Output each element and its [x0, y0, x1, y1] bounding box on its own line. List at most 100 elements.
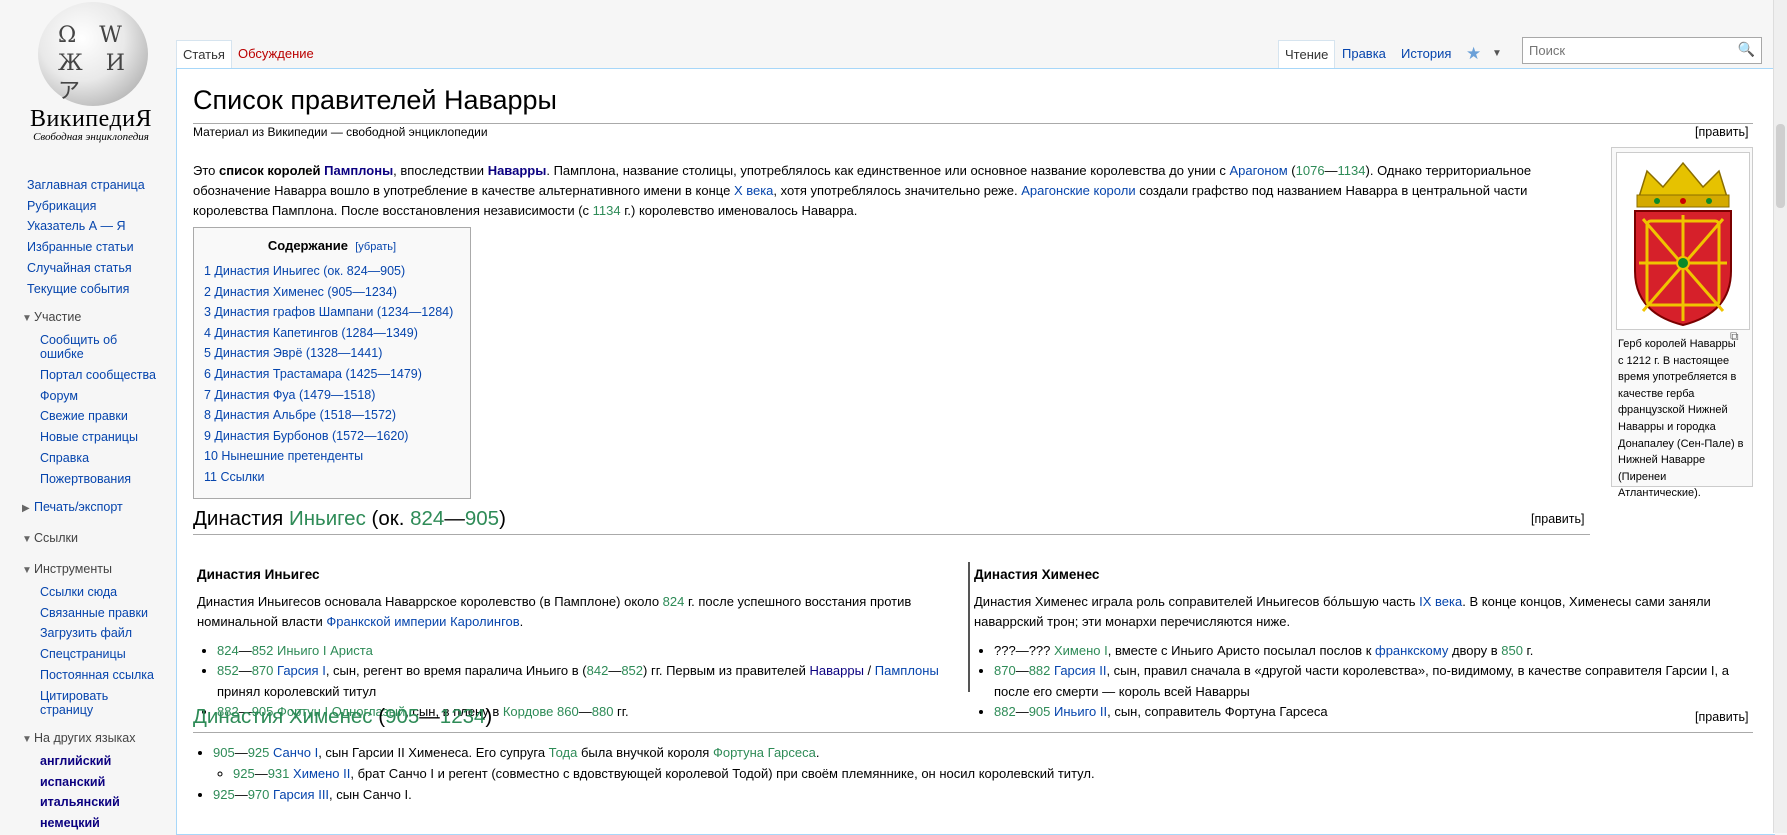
toc-item[interactable]: 6 Династия Трастамара (1425—1479) [204, 367, 422, 381]
lang-spanish[interactable]: испанский [40, 772, 120, 793]
link-navarre[interactable]: Наварры [810, 663, 864, 678]
link-year[interactable]: 882 [994, 704, 1016, 719]
upload-file-link[interactable]: Загрузить файл [40, 623, 160, 644]
link-year[interactable]: 905 [1029, 704, 1051, 719]
tab-history[interactable]: История [1395, 40, 1457, 68]
link-ruler[interactable]: Гарсия II [1050, 663, 1106, 678]
link-year-905[interactable]: 905 [465, 507, 499, 530]
donate-link[interactable]: Пожертвования [40, 469, 160, 490]
link-carolingians[interactable]: Каролингов [450, 614, 520, 629]
link-year[interactable]: 925 [248, 745, 270, 760]
what-links-here-link[interactable]: Ссылки сюда [40, 582, 160, 603]
link-year[interactable]: 852 [621, 663, 643, 678]
toc-item[interactable]: 8 Династия Альбре (1518—1572) [204, 408, 396, 422]
link-cordoba[interactable]: Кордове [503, 704, 554, 719]
watch-star-icon[interactable]: ★ [1460, 40, 1487, 68]
search-input[interactable] [1527, 40, 1731, 61]
tab-article[interactable]: Статья [176, 40, 232, 69]
link-ruler[interactable]: Иньиго II [1050, 704, 1107, 719]
tab-edit[interactable]: Правка [1336, 40, 1392, 68]
link-year[interactable]: 850 [1501, 643, 1523, 658]
link-year[interactable]: 860 [557, 704, 579, 719]
report-error-link[interactable]: Сообщить об ошибке [40, 333, 160, 361]
nav-main-page[interactable]: Заглавная страница [27, 175, 145, 196]
toc-item[interactable]: 11 Ссылки [204, 470, 264, 484]
link-year-1134[interactable]: 1134 [1338, 163, 1366, 178]
nav-featured[interactable]: Избранные статьи [27, 237, 145, 258]
links-header[interactable]: ▼ Ссылки [22, 531, 78, 545]
toc-hide-link[interactable]: [убрать] [355, 241, 396, 253]
link-jimenez-dynasty[interactable]: Династия Хименес [193, 705, 373, 728]
link-year-1076[interactable]: 1076 [1296, 163, 1325, 178]
edit-section-link[interactable]: [править] [1531, 512, 1584, 526]
link-year-1134b[interactable]: 1134 [593, 203, 621, 218]
link-year-905[interactable]: 905 [385, 705, 419, 728]
toc-item[interactable]: 3 Династия графов Шампани (1234—1284) [204, 305, 453, 319]
edit-page-link[interactable]: [править] [1695, 125, 1748, 139]
link-pamplona[interactable]: Памплоны [324, 163, 393, 178]
link-ruler[interactable]: Химено I [1054, 643, 1108, 658]
link-year[interactable]: 925 [233, 766, 255, 781]
link-aragonese-kings[interactable]: Арагонские короли [1021, 183, 1135, 198]
link-year[interactable]: 842 [587, 663, 609, 678]
link-ruler[interactable]: Химено II [289, 766, 350, 781]
page-scrollbar[interactable] [1773, 0, 1787, 833]
search-icon[interactable]: 🔍 [1738, 41, 1755, 58]
link-year-1234[interactable]: 1234 [440, 705, 486, 728]
recent-changes-link[interactable]: Свежие правки [40, 406, 160, 427]
more-dropdown-icon[interactable]: ▼ [1486, 40, 1508, 68]
link-x-century[interactable]: X века [734, 183, 773, 198]
help-link[interactable]: Справка [40, 448, 160, 469]
nav-categories[interactable]: Рубрикация [27, 196, 145, 217]
link-year[interactable]: 880 [592, 704, 614, 719]
link-pamplona[interactable]: Памплоны [875, 663, 939, 678]
lang-english[interactable]: английский [40, 751, 120, 772]
coat-of-arms-image[interactable] [1616, 152, 1750, 330]
cite-page-link[interactable]: Цитировать страницу [40, 689, 160, 717]
link-year[interactable]: 870 [252, 663, 274, 678]
toc-item[interactable]: 10 Нынешние претенденты [204, 449, 363, 463]
toc-item[interactable]: 7 Династия Фуа (1479—1518) [204, 388, 375, 402]
nav-current-events[interactable]: Текущие события [27, 279, 145, 300]
link-ruler[interactable]: Иньиго I Ариста [273, 643, 373, 658]
toc-item[interactable]: 1 Династия Иньигес (ок. 824—905) [204, 264, 405, 278]
print-export-header[interactable]: ▶ Печать/экспорт [22, 500, 123, 514]
special-pages-link[interactable]: Спецстраницы [40, 644, 160, 665]
link-frankish[interactable]: франкскому [1375, 643, 1448, 658]
link-year[interactable]: 824 [663, 594, 685, 609]
wikipedia-logo[interactable]: Ω WЖ Иア [38, 2, 148, 106]
enlarge-icon[interactable]: ⧉ [1730, 328, 1739, 345]
link-ix-century[interactable]: IX века [1419, 594, 1462, 609]
toc-item[interactable]: 5 Династия Эврё (1328—1441) [204, 346, 382, 360]
link-inigues[interactable]: Иньигес [289, 507, 366, 530]
link-aragon[interactable]: Арагоном [1230, 163, 1288, 178]
lang-italian[interactable]: итальянский [40, 792, 120, 813]
participation-header[interactable]: ▼ Участие [22, 310, 81, 324]
community-portal-link[interactable]: Портал сообщества [40, 365, 160, 386]
languages-header[interactable]: ▼ На других языках [22, 731, 136, 745]
tab-talk[interactable]: Обсуждение [232, 40, 320, 68]
link-year[interactable]: 824 [217, 643, 239, 658]
link-year-824[interactable]: 824 [410, 507, 444, 530]
link-ruler[interactable]: Гарсия III [269, 787, 329, 802]
edit-section-link[interactable]: [править] [1695, 710, 1748, 724]
link-ruler[interactable]: Санчо I [269, 745, 318, 760]
link-fortun-garces[interactable]: Фортуна Гарсеса [713, 745, 816, 760]
link-year[interactable]: 925 [213, 787, 235, 802]
new-pages-link[interactable]: Новые страницы [40, 427, 160, 448]
nav-index[interactable]: Указатель А — Я [27, 216, 145, 237]
link-navarre[interactable]: Наварры [488, 163, 547, 178]
nav-random[interactable]: Случайная статья [27, 258, 145, 279]
tools-header[interactable]: ▼ Инструменты [22, 562, 112, 576]
link-year[interactable]: 931 [268, 766, 290, 781]
toc-item[interactable]: 9 Династия Бурбонов (1572—1620) [204, 429, 408, 443]
forum-link[interactable]: Форум [40, 386, 160, 407]
link-ruler[interactable]: Гарсия I [273, 663, 326, 678]
toc-item[interactable]: 2 Династия Хименес (905—1234) [204, 285, 397, 299]
link-year[interactable]: 970 [248, 787, 270, 802]
link-frankish-empire[interactable]: Франкской империи [326, 614, 446, 629]
tab-read[interactable]: Чтение [1278, 40, 1336, 69]
lang-german[interactable]: немецкий [40, 813, 120, 834]
link-toda[interactable]: Тода [549, 745, 578, 760]
permanent-link[interactable]: Постоянная ссылка [40, 665, 160, 686]
